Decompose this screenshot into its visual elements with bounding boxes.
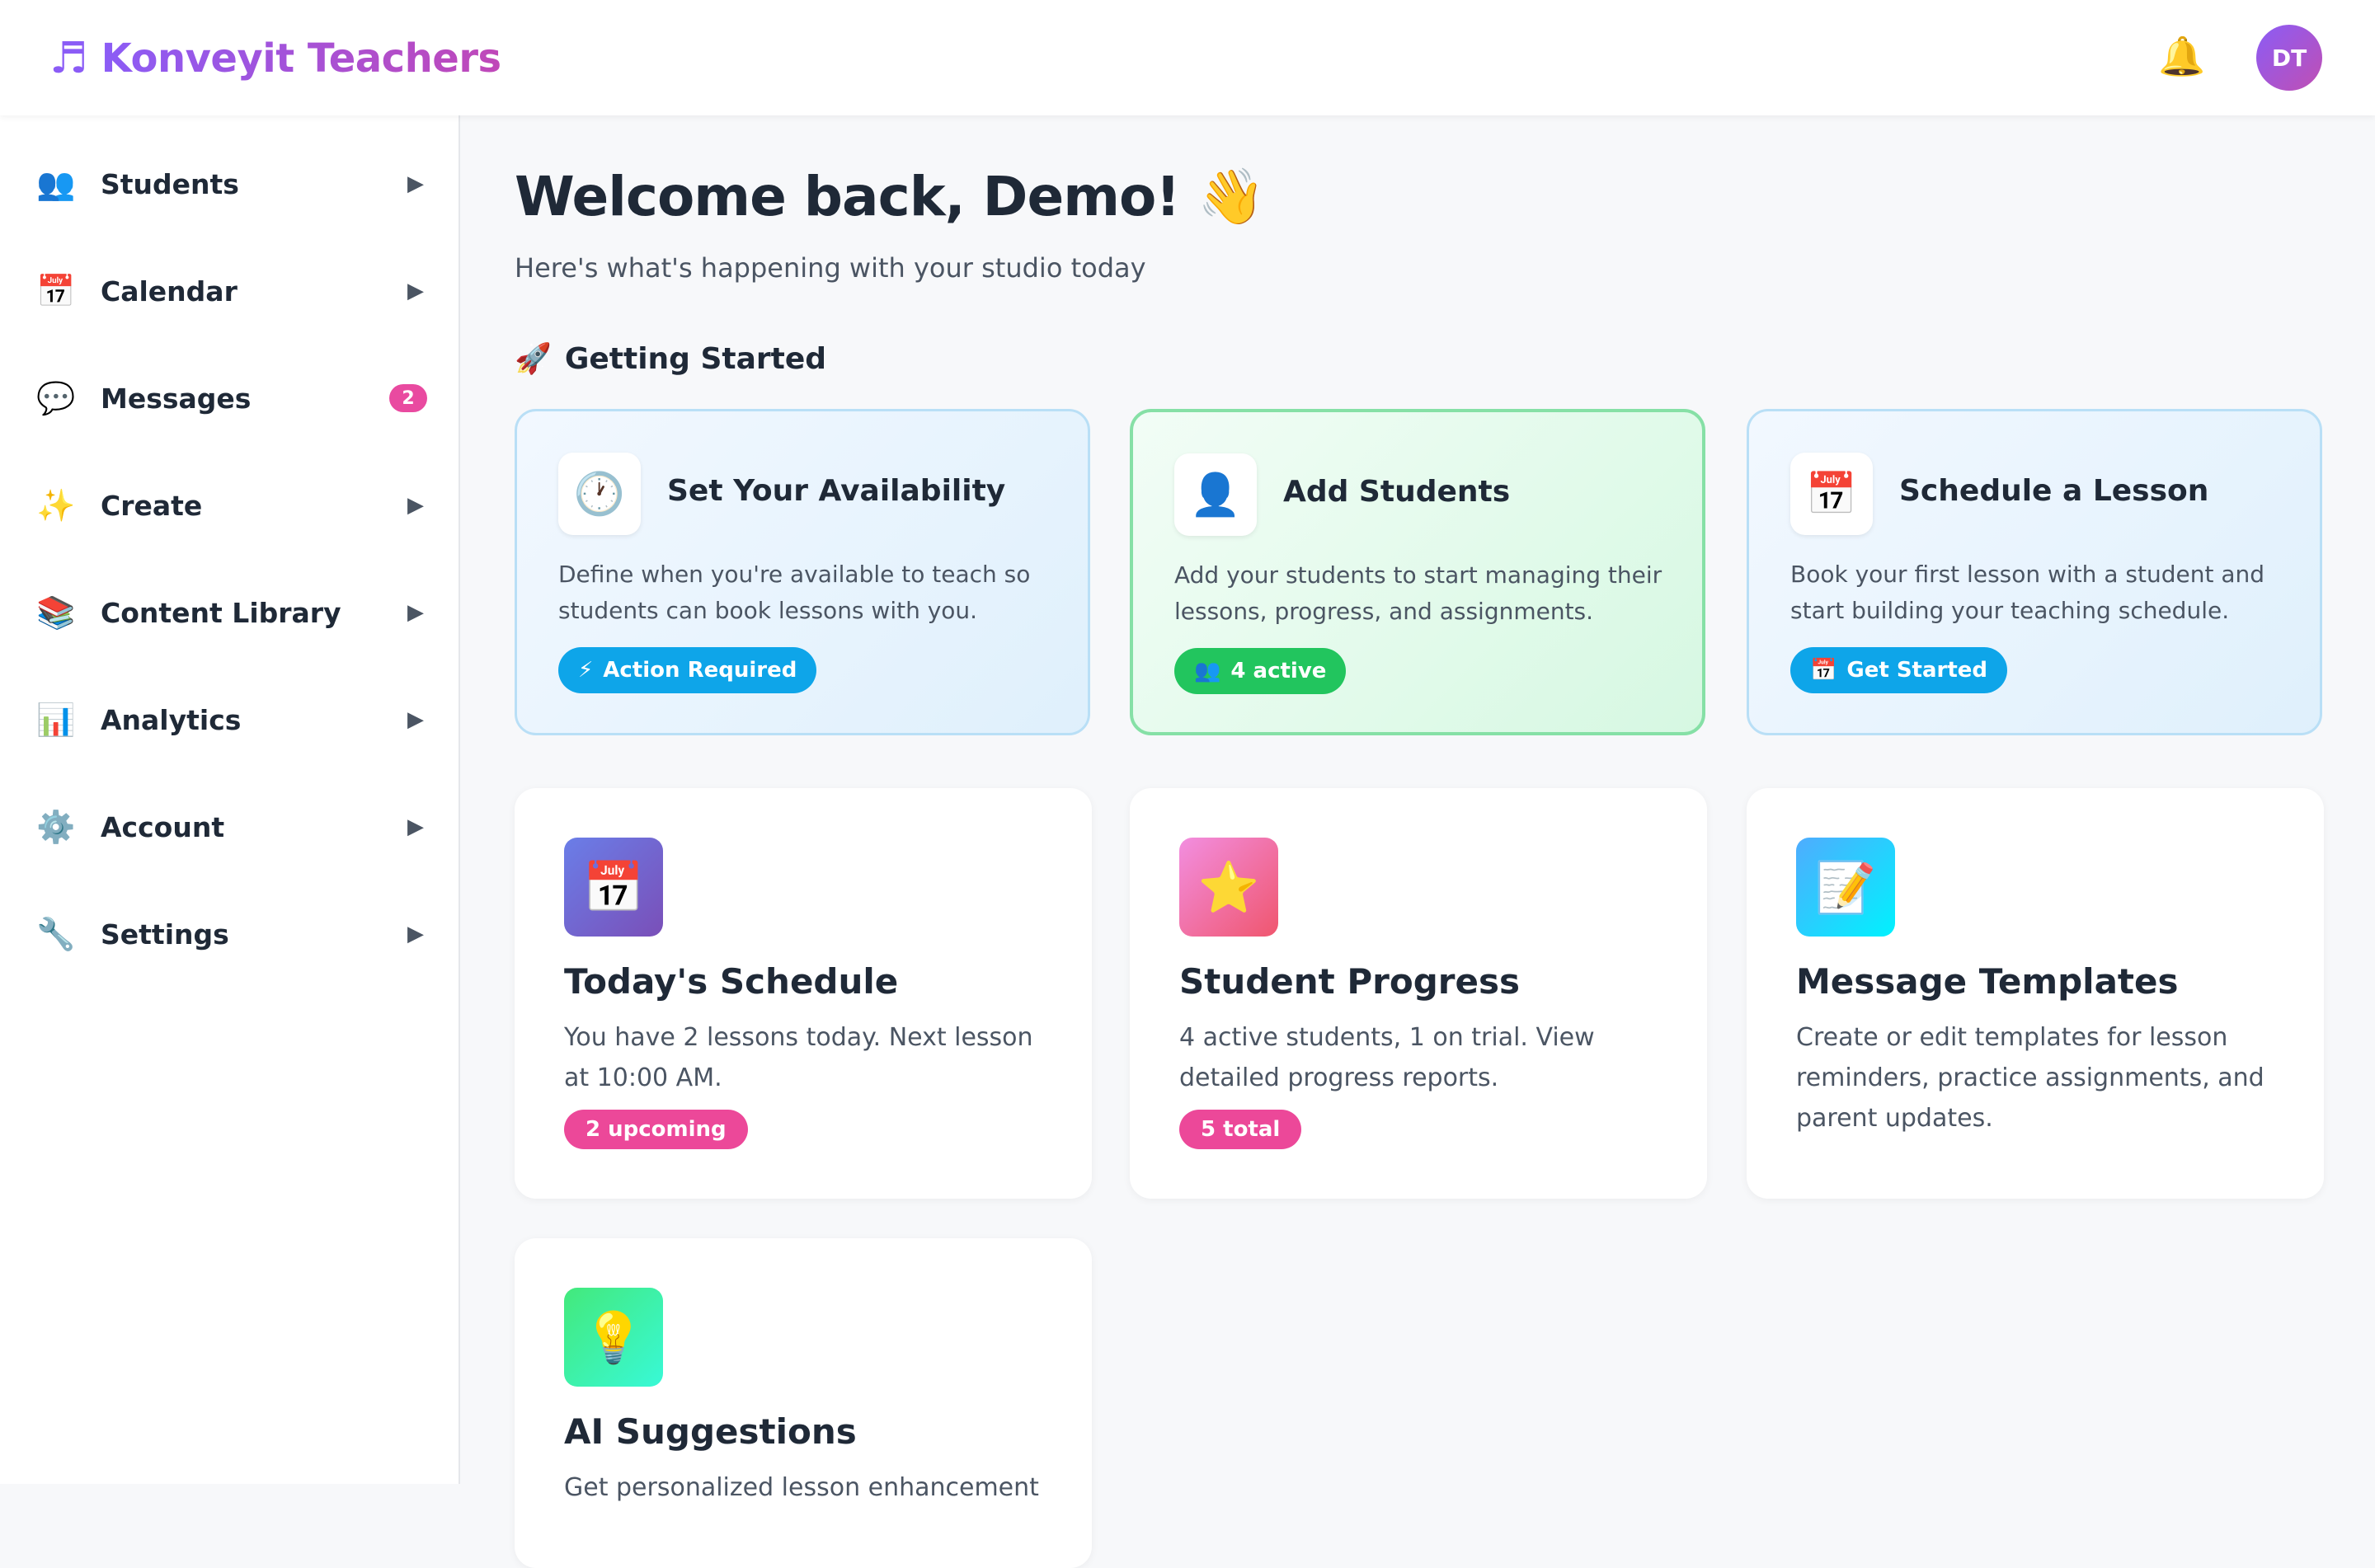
expand-arrow-icon[interactable]: ▶ <box>404 171 427 196</box>
total-students-badge: 5 total <box>1179 1110 1302 1149</box>
card-title: Add Students <box>1283 475 1511 509</box>
welcome-heading: Welcome back, Demo! 👋 <box>515 165 1266 228</box>
pill-label: 4 active <box>1230 659 1327 683</box>
speech-bubble-icon: 💬 <box>36 380 76 416</box>
unread-count-badge: 2 <box>389 384 427 412</box>
student-progress-card[interactable]: ⭐ Student Progress 4 active students, 1 … <box>1130 788 1707 1199</box>
sidebar: 👥 Students ▶ 📅 Calendar ▶ 💬 Messages 2 ✨… <box>0 115 460 1484</box>
getting-started-heading: 🚀 Getting Started <box>515 341 827 377</box>
welcome-subtitle: Here's what's happening with your studio… <box>515 252 1146 284</box>
card-description: Book your first lesson with a student an… <box>1790 561 2264 624</box>
sidebar-item-label: Settings <box>101 918 229 951</box>
brand-name: Konveyit Teachers <box>101 35 501 82</box>
clock-icon: 🕐 <box>558 453 641 535</box>
card-title: Today's Schedule <box>564 961 899 1002</box>
todays-schedule-card[interactable]: 📅 Today's Schedule You have 2 lessons to… <box>515 788 1092 1199</box>
sparkles-icon: ✨ <box>36 487 76 523</box>
card-title: Schedule a Lesson <box>1899 474 2209 508</box>
sidebar-item-analytics[interactable]: 📊 Analytics ▶ <box>0 666 460 773</box>
wrench-icon: 🔧 <box>36 916 76 952</box>
user-silhouette-icon: 👤 <box>1174 453 1257 536</box>
gear-icon: ⚙️ <box>36 809 76 845</box>
books-icon: 📚 <box>36 594 76 631</box>
expand-arrow-icon[interactable]: ▶ <box>404 279 427 303</box>
sidebar-item-students[interactable]: 👥 Students ▶ <box>0 130 460 237</box>
pill-label: Action Required <box>603 658 797 683</box>
lightning-icon: ⚡ <box>578 658 594 683</box>
sidebar-item-label: Calendar <box>101 275 238 307</box>
sidebar-item-content-library[interactable]: 📚 Content Library ▶ <box>0 559 460 666</box>
sidebar-item-label: Messages <box>101 382 252 415</box>
message-templates-card[interactable]: 📝 Message Templates Create or edit templ… <box>1747 788 2324 1199</box>
calendar-icon: 📅 <box>36 273 76 309</box>
user-avatar[interactable]: DT <box>2256 25 2322 91</box>
expand-arrow-icon[interactable]: ▶ <box>404 600 427 625</box>
card-title: Student Progress <box>1179 961 1520 1002</box>
card-description: Create or edit templates for lesson remi… <box>1796 1023 2264 1133</box>
expand-arrow-icon[interactable]: ▶ <box>404 815 427 839</box>
ai-suggestions-card[interactable]: 💡 AI Suggestions Get personalized lesson… <box>515 1238 1092 1568</box>
memo-icon: 📝 <box>1796 838 1895 937</box>
users-icon: 👥 <box>36 166 76 202</box>
card-title: AI Suggestions <box>564 1411 857 1452</box>
star-icon: ⭐ <box>1179 838 1278 937</box>
set-availability-card[interactable]: 🕐 Set Your Availability Define when you'… <box>515 409 1090 735</box>
expand-arrow-icon[interactable]: ▶ <box>404 922 427 946</box>
sidebar-item-messages[interactable]: 💬 Messages 2 <box>0 345 460 452</box>
music-note-icon: ♬ <box>49 34 88 83</box>
sidebar-item-label: Content Library <box>101 596 341 629</box>
bar-chart-icon: 📊 <box>36 702 76 738</box>
users-icon: 👥 <box>1194 659 1221 683</box>
sidebar-item-label: Analytics <box>101 703 242 736</box>
card-description: You have 2 lessons today. Next lesson at… <box>564 1023 1033 1092</box>
section-title-text: Getting Started <box>564 341 827 376</box>
sidebar-item-label: Create <box>101 489 203 522</box>
card-title: Message Templates <box>1796 961 2179 1002</box>
card-description: Define when you're available to teach so… <box>558 561 1031 624</box>
active-students-badge[interactable]: 👥 4 active <box>1174 648 1347 694</box>
card-title: Set Your Availability <box>667 474 1006 508</box>
add-students-card[interactable]: 👤 Add Students Add your students to star… <box>1130 409 1705 735</box>
card-description: Get personalized lesson enhancement <box>564 1473 1039 1502</box>
sidebar-item-label: Students <box>101 167 239 200</box>
rocket-icon: 🚀 <box>515 342 552 376</box>
top-bar: ♬ Konveyit Teachers 🔔 DT <box>0 0 2375 115</box>
sidebar-item-label: Account <box>101 810 225 843</box>
pill-label: Get Started <box>1846 658 1988 683</box>
expand-arrow-icon[interactable]: ▶ <box>404 707 427 732</box>
calendar-icon: 📅 <box>564 838 663 937</box>
schedule-lesson-card[interactable]: 📅 Schedule a Lesson Book your first less… <box>1747 409 2322 735</box>
card-description: Add your students to start managing thei… <box>1174 561 1662 625</box>
sidebar-item-create[interactable]: ✨ Create ▶ <box>0 452 460 559</box>
sidebar-item-account[interactable]: ⚙️ Account ▶ <box>0 773 460 880</box>
get-started-button[interactable]: 📅 Get Started <box>1790 647 2008 693</box>
calendar-icon: 📅 <box>1810 658 1837 683</box>
brand-logo[interactable]: ♬ Konveyit Teachers <box>49 30 501 87</box>
lightbulb-icon: 💡 <box>564 1288 663 1387</box>
expand-arrow-icon[interactable]: ▶ <box>404 493 427 518</box>
upcoming-count-badge: 2 upcoming <box>564 1110 748 1149</box>
notification-bell-icon[interactable]: 🔔 <box>2157 31 2207 81</box>
card-description: 4 active students, 1 on trial. View deta… <box>1179 1023 1595 1092</box>
calendar-icon: 📅 <box>1790 453 1873 535</box>
sidebar-item-settings[interactable]: 🔧 Settings ▶ <box>0 880 460 988</box>
sidebar-item-calendar[interactable]: 📅 Calendar ▶ <box>0 237 460 345</box>
action-required-button[interactable]: ⚡ Action Required <box>558 647 817 693</box>
